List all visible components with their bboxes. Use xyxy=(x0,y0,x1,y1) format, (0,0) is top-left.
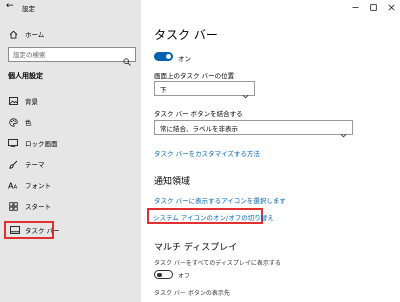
app-title: 設定 xyxy=(22,5,35,13)
top-toggle[interactable] xyxy=(154,52,173,61)
search-icon[interactable] xyxy=(123,51,131,66)
all-displays-toggle-label: オフ xyxy=(178,273,191,280)
brush-icon xyxy=(8,159,18,169)
search-input[interactable] xyxy=(9,50,119,59)
sidebar: ← 設定 ホーム 個人用設定 背景 色 xyxy=(0,0,141,302)
section-header: 個人用設定 xyxy=(8,72,43,80)
sidebar-item-color[interactable]: 色 xyxy=(0,112,141,132)
maximize-button[interactable] xyxy=(364,0,382,14)
lock-screen-icon xyxy=(8,138,18,148)
select-icons-link[interactable]: タスク バーに表示するアイコンを選択します xyxy=(154,195,286,205)
sidebar-item-fonts[interactable]: AA フォント xyxy=(0,175,141,195)
start-grid-icon xyxy=(8,201,18,211)
page-title: タスク バー xyxy=(154,28,218,42)
buttons-location-label: タスク バー ボタンの表示先 xyxy=(154,290,230,297)
sidebar-item-home[interactable]: ホーム xyxy=(0,24,141,44)
close-icon xyxy=(387,3,395,11)
position-value: 下 xyxy=(160,85,167,94)
position-label: 画面上のタスク バーの位置 xyxy=(154,72,235,80)
svg-text:A: A xyxy=(13,184,17,189)
sidebar-item-taskbar[interactable]: タスク バー xyxy=(4,221,60,239)
combine-dropdown[interactable]: 常に結合、ラベルを非表示 xyxy=(154,120,353,138)
all-displays-label: タスク バーをすべてのディスプレイに表示する xyxy=(154,260,281,267)
sidebar-item-lock-screen[interactable]: ロック画面 xyxy=(0,133,141,153)
all-displays-toggle[interactable] xyxy=(154,270,173,279)
sidebar-item-start[interactable]: スタート xyxy=(0,196,141,216)
sidebar-item-label: 色 xyxy=(25,119,32,127)
picture-icon xyxy=(8,96,18,106)
combine-value: 常に結合、ラベルを非表示 xyxy=(160,124,238,133)
system-icons-link[interactable]: システム アイコンのオン/オフの切り替え xyxy=(153,212,274,222)
font-icon: AA xyxy=(8,180,18,190)
customize-link[interactable]: タスク バーをカスタマイズする方法 xyxy=(154,148,260,158)
combine-label: タスク バー ボタンを結合する xyxy=(154,110,243,118)
minimize-button[interactable] xyxy=(346,0,364,14)
sidebar-item-label: ホーム xyxy=(25,31,45,39)
window-controls xyxy=(346,0,400,14)
sidebar-item-label: 背景 xyxy=(25,98,38,106)
top-toggle-label: オン xyxy=(178,55,191,63)
home-icon xyxy=(8,29,18,39)
sidebar-item-background[interactable]: 背景 xyxy=(0,91,141,111)
sidebar-item-label: フォント xyxy=(25,182,51,190)
sidebar-item-label: テーマ xyxy=(25,161,45,169)
chevron-down-icon xyxy=(242,85,249,99)
palette-icon xyxy=(8,117,18,127)
sidebar-item-label: ロック画面 xyxy=(25,140,58,148)
sidebar-item-themes[interactable]: テーマ xyxy=(0,154,141,174)
multi-display-section-title: マルチ ディスプレイ xyxy=(154,243,238,253)
settings-window: ← 設定 ホーム 個人用設定 背景 色 xyxy=(0,0,400,302)
sidebar-item-label: スタート xyxy=(25,203,51,211)
notification-section-title: 通知領域 xyxy=(154,177,191,187)
close-button[interactable] xyxy=(382,0,400,14)
position-dropdown[interactable]: 下 xyxy=(154,81,255,99)
main-panel: タスク バー オン 画面上のタスク バーの位置 下 タスク バー ボタンを結合す… xyxy=(141,0,400,302)
search-box[interactable] xyxy=(8,47,136,66)
taskbar-icon xyxy=(10,225,20,235)
title-bar: ← 設定 xyxy=(0,0,141,16)
sidebar-item-label: タスク バー xyxy=(25,227,60,235)
back-arrow-icon[interactable]: ← xyxy=(6,1,14,11)
chevron-down-icon xyxy=(340,124,347,138)
